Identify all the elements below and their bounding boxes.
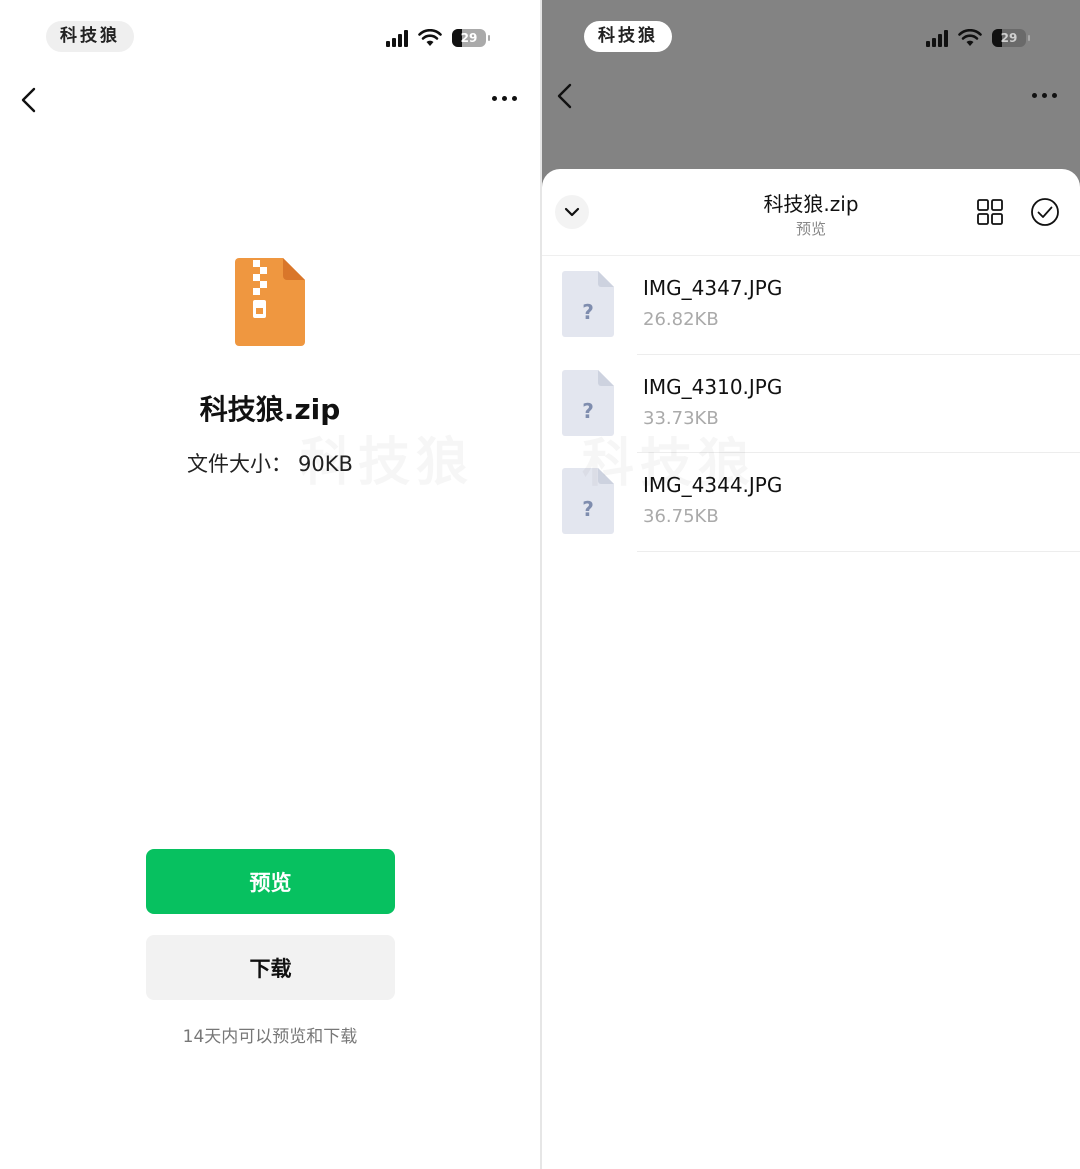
preview-sheet: 科技狼.zip 预览 ? IMG_4347.JPG 26.82KB ? IMG_… <box>542 169 1080 1169</box>
file-name: IMG_4347.JPG <box>643 276 783 300</box>
file-size: 33.73KB <box>643 407 719 429</box>
file-size-label: 文件大小： <box>187 452 293 476</box>
battery-level: 29 <box>1000 31 1018 45</box>
signal-icon <box>926 29 948 47</box>
file-size-value: 90KB <box>298 452 353 476</box>
battery-icon: 29 <box>992 29 1030 47</box>
carrier-label: 科技狼 <box>584 21 672 52</box>
file-name: 科技狼.zip <box>199 393 341 426</box>
back-chevron-icon[interactable] <box>16 86 44 114</box>
status-icons: 29 <box>926 27 1030 49</box>
file-list-item[interactable]: ? IMG_4347.JPG 26.82KB <box>542 256 1080 355</box>
status-icons: 29 <box>386 27 490 49</box>
file-list-item[interactable]: ? IMG_4310.JPG 33.73KB <box>542 355 1080 453</box>
expiry-note: 14天内可以预览和下载 <box>182 1027 358 1047</box>
more-dots-icon[interactable] <box>1032 93 1057 98</box>
wifi-icon <box>418 29 442 46</box>
check-circle-icon[interactable] <box>1030 197 1060 227</box>
download-button[interactable]: 下载 <box>146 935 395 1000</box>
file-list: ? IMG_4347.JPG 26.82KB ? IMG_4310.JPG 33… <box>542 256 1080 552</box>
svg-text:?: ? <box>582 300 594 324</box>
svg-text:?: ? <box>582 497 594 521</box>
unknown-file-icon: ? <box>562 271 614 337</box>
zip-preview-screen: 科技狼 29 科技狼.zip 预览 ? IMG_4347.JPG 26.82KB… <box>542 0 1080 1169</box>
unknown-file-icon: ? <box>562 369 614 436</box>
battery-level: 29 <box>460 31 478 45</box>
zip-file-icon <box>235 258 305 346</box>
unknown-file-icon: ? <box>562 468 614 534</box>
file-name: IMG_4344.JPG <box>643 473 783 497</box>
file-size: 36.75KB <box>643 506 719 527</box>
file-name: IMG_4310.JPG <box>643 374 783 399</box>
row-separator <box>637 550 1080 552</box>
svg-text:?: ? <box>582 399 594 423</box>
signal-icon <box>386 29 408 47</box>
file-size: 文件大小： 90KB <box>0 448 540 478</box>
file-size: 26.82KB <box>643 309 719 330</box>
carrier-label: 科技狼 <box>46 21 134 52</box>
wifi-icon <box>958 29 982 46</box>
battery-icon: 29 <box>452 29 490 47</box>
back-chevron-icon[interactable] <box>552 82 580 110</box>
file-detail-screen: 科技狼 29 科技狼.zip 文件大小：90KB 科技狼 预览 下载 <box>0 0 540 1169</box>
more-dots-icon[interactable] <box>492 96 517 101</box>
grid-view-icon[interactable] <box>977 199 1003 225</box>
preview-button[interactable]: 预览 <box>146 849 395 914</box>
file-list-item[interactable]: ? IMG_4344.JPG 36.75KB <box>542 453 1080 552</box>
